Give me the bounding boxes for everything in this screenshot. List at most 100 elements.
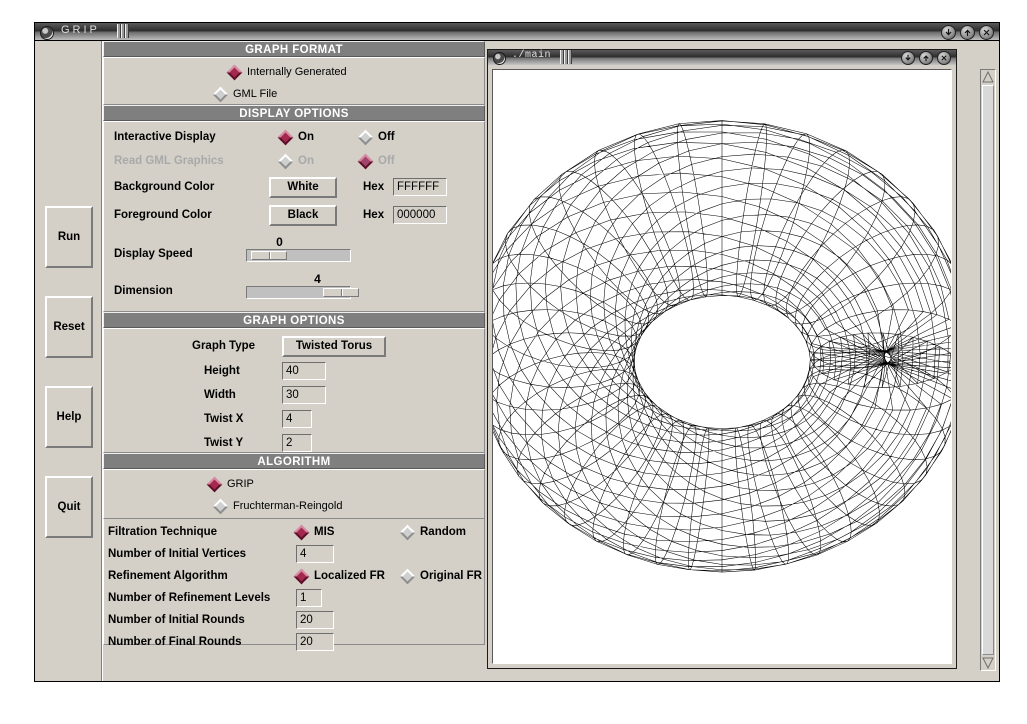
read-gml-graphics-on: On [277,153,360,169]
display-speed-slider[interactable]: 0 [246,236,351,262]
scrollbar-thumb[interactable] [982,85,994,655]
slider-thumb[interactable] [251,251,288,260]
twist-y-field[interactable]: 2 [282,434,312,452]
radio-diamond-icon [357,129,374,145]
radio-grip[interactable]: GRIP [104,473,484,495]
row-refinement-algorithm: Refinement Algorithm Localized FR Origin… [104,565,484,587]
height-field[interactable]: 40 [282,362,326,380]
dimension-slider[interactable]: 4 [246,273,360,299]
row-display-speed: Display Speed 0 [104,229,484,262]
window-controls [941,25,994,40]
grip-main-window: GRIP Run Reset Help Quit GRAPH FORMAT In… [34,22,1000,682]
refinement-levels-field[interactable]: 1 [296,589,322,607]
display-options-group: Interactive Display On Off Read GML Grap… [103,121,485,312]
maximize-icon[interactable] [919,51,933,65]
slider-track[interactable] [246,249,351,262]
row-twist-y: Twist Y 2 [104,431,484,455]
foreground-color-button[interactable]: Black [269,204,337,226]
row-filtration-technique: Filtration Technique MIS Random [104,521,484,543]
foreground-hex-label: Hex [363,209,385,221]
main-window-titlebar[interactable]: ./main [488,50,956,65]
background-color-button[interactable]: White [269,176,337,198]
background-hex-field[interactable]: FFFFFF [393,178,447,196]
initial-rounds-label: Number of Initial Rounds [108,614,245,626]
main-canvas-window: ./main [487,49,957,669]
window-titlebar[interactable]: GRIP [35,23,999,41]
radio-label: Off [378,131,395,143]
radio-label: Random [420,526,466,538]
row-refinement-levels: Number of Refinement Levels 1 [104,587,484,609]
graph-type-button[interactable]: Twisted Torus [282,335,386,357]
foreground-hex-field[interactable]: 000000 [393,206,447,224]
radio-gml-file[interactable]: GML File [104,83,484,105]
help-button[interactable]: Help [45,386,93,448]
run-button-label: Run [57,231,81,243]
radio-diamond-icon [399,568,416,584]
radio-label: Off [378,155,395,167]
refinement-levels-label: Number of Refinement Levels [108,592,271,604]
quit-button[interactable]: Quit [45,476,93,538]
final-rounds-field[interactable]: 20 [296,633,334,651]
main-window-menu-icon[interactable] [493,52,506,65]
foreground-color-label: Foreground Color [114,209,212,221]
vertical-scrollbar[interactable] [980,69,996,671]
initial-rounds-field[interactable]: 20 [296,611,334,629]
background-hex-label: Hex [363,181,385,193]
row-final-rounds: Number of Final Rounds 20 [104,631,484,653]
radio-label: GML File [233,88,278,100]
algorithm-header: ALGORITHM [103,453,485,469]
dimension-label: Dimension [114,285,173,297]
slider-thumb[interactable] [323,288,360,297]
slider-track[interactable] [246,286,360,299]
interactive-display-on[interactable]: On [277,129,360,145]
display-speed-value: 0 [276,235,283,249]
close-icon[interactable] [937,51,951,65]
interactive-display-label: Interactive Display [114,131,216,143]
quit-button-label: Quit [57,501,81,513]
algorithm-group: GRIP Fruchterman-Reingold [103,469,485,519]
refinement-original-fr[interactable]: Original FR [399,568,482,584]
read-gml-graphics-label: Read GML Graphics [114,155,224,167]
refinement-localized-fr[interactable]: Localized FR [293,568,402,584]
final-rounds-label: Number of Final Rounds [108,636,242,648]
radio-diamond-icon [212,86,229,102]
reset-button[interactable]: Reset [45,296,93,358]
scroll-up-arrow-icon[interactable] [982,70,994,83]
window-menu-icon[interactable] [40,26,54,40]
iconify-icon[interactable] [941,25,956,40]
filtration-mis[interactable]: MIS [293,524,402,540]
radio-diamond-icon [206,476,223,492]
radio-internally-generated[interactable]: Internally Generated [104,61,484,83]
graph-options-header: GRAPH OPTIONS [103,312,485,328]
main-window-title: ./main [512,50,552,61]
algorithm-params-group: Filtration Technique MIS Random Number o… [103,519,485,651]
twist-x-label: Twist X [204,413,244,425]
run-button[interactable]: Run [45,206,93,268]
help-button-label: Help [56,411,82,423]
action-button-column: Run Reset Help Quit [35,41,102,681]
radio-diamond-icon [293,568,310,584]
row-dimension: Dimension 4 [104,266,484,299]
titlebar-grip-icon [117,24,131,38]
twist-x-field[interactable]: 4 [282,410,312,428]
scroll-down-arrow-icon[interactable] [982,657,994,670]
maximize-icon[interactable] [960,25,975,40]
filtration-random[interactable]: Random [399,524,466,540]
twist-y-label: Twist Y [204,437,244,449]
initial-vertices-field[interactable]: 4 [296,545,334,563]
filtration-label: Filtration Technique [108,526,218,538]
radio-label: Fruchterman-Reingold [233,500,343,512]
interactive-display-off[interactable]: Off [357,129,395,145]
read-gml-graphics-off: Off [357,153,395,169]
background-color-label: Background Color [114,181,215,193]
iconify-icon[interactable] [901,51,915,65]
radio-fruchterman-reingold[interactable]: Fruchterman-Reingold [104,495,484,517]
radio-diamond-icon [357,153,374,169]
row-interactive-display: Interactive Display On Off [104,125,484,149]
refinement-label: Refinement Algorithm [108,570,228,582]
close-icon[interactable] [979,25,994,40]
main-titlebar-grip-icon [560,50,574,64]
graph-canvas[interactable] [492,69,952,664]
width-field[interactable]: 30 [282,386,326,404]
radio-label: On [298,131,314,143]
